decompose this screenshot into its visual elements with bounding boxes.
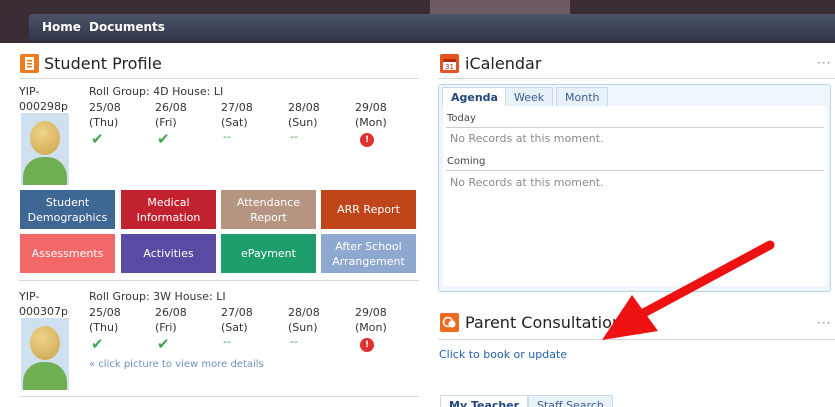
no-school-dash: --: [223, 335, 231, 348]
tab-staff-search[interactable]: Staff Search: [528, 395, 613, 407]
today-no-records: No Records at this moment.: [450, 132, 604, 145]
nav-home[interactable]: Home: [42, 20, 81, 34]
more-options-icon[interactable]: ···: [817, 316, 831, 330]
present-check-icon: ✔: [157, 335, 170, 353]
attendance-weekday: (Mon): [355, 321, 387, 334]
divider: [446, 170, 824, 171]
attendance-date: 29/08: [355, 306, 387, 319]
module-tile[interactable]: Medical Information: [121, 190, 216, 229]
tab-agenda[interactable]: Agenda: [442, 87, 507, 106]
tile-label: Arrangement: [332, 254, 405, 268]
tab-week[interactable]: Week: [505, 87, 554, 106]
module-tile[interactable]: ARR Report: [321, 190, 416, 229]
divider: [19, 78, 419, 79]
student-profile-icon: [20, 54, 39, 73]
student-id-line1: YIP-: [19, 290, 40, 303]
more-options-icon[interactable]: ···: [817, 56, 831, 70]
divider: [446, 127, 824, 128]
module-tile[interactable]: Assessments: [20, 234, 115, 273]
view-details-hint[interactable]: « click picture to view more details: [89, 357, 264, 372]
double-chevron-left-icon: «: [89, 359, 96, 370]
tile-label: Report: [250, 210, 287, 224]
attendance-weekday: (Fri): [155, 116, 177, 129]
module-tile[interactable]: After School Arrangement: [321, 234, 416, 273]
banner-image: [430, 0, 570, 14]
module-tile[interactable]: Student Demographics: [20, 190, 115, 229]
attendance-weekday: (Sat): [221, 321, 248, 334]
attendance-weekday: (Thu): [89, 116, 119, 129]
tile-label: Assessments: [31, 247, 104, 260]
student-group-info: Roll Group: 4D House: LI: [89, 85, 224, 98]
book-consultation-link[interactable]: Click to book or update: [439, 348, 567, 361]
attendance-date: 27/08: [221, 306, 253, 319]
module-tile[interactable]: Attendance Report: [221, 190, 316, 229]
attendance-weekday: (Thu): [89, 321, 119, 334]
nav-documents[interactable]: Documents: [89, 20, 165, 34]
no-school-dash: --: [290, 335, 298, 348]
present-check-icon: ✔: [91, 335, 104, 353]
main-nav: Home Documents: [29, 14, 835, 41]
attendance-weekday: (Mon): [355, 116, 387, 129]
tile-label: Demographics: [27, 210, 108, 224]
today-label: Today: [447, 113, 476, 124]
coming-no-records: No Records at this moment.: [450, 176, 604, 189]
present-check-icon: ✔: [157, 130, 170, 148]
tile-label: Medical: [147, 195, 190, 209]
student-profile-title: Student Profile: [44, 54, 162, 73]
consultation-icon: [440, 313, 459, 332]
tab-my-teacher[interactable]: My Teacher: [440, 395, 529, 407]
attendance-date: 29/08: [355, 101, 387, 114]
divider: [438, 78, 835, 79]
attendance-weekday: (Sun): [288, 321, 318, 334]
divider: [19, 280, 419, 281]
student-id-line1: YIP-: [19, 85, 40, 98]
attendance-date: 27/08: [221, 101, 253, 114]
tile-label: Student: [45, 195, 90, 209]
student-group-info: Roll Group: 3W House: LI: [89, 290, 226, 303]
present-check-icon: ✔: [91, 130, 104, 148]
attendance-date: 26/08: [155, 101, 187, 114]
tile-label: ARR Report: [337, 203, 400, 216]
attendance-weekday: (Sun): [288, 116, 318, 129]
attendance-date: 28/08: [288, 101, 320, 114]
no-school-dash: --: [290, 130, 298, 143]
attendance-date: 25/08: [89, 101, 121, 114]
icalendar-title: iCalendar: [465, 54, 542, 73]
tile-label: After School: [335, 239, 402, 253]
coming-label: Coming: [447, 156, 486, 167]
module-tile[interactable]: ePayment: [221, 234, 316, 273]
student-avatar[interactable]: [21, 318, 69, 390]
absent-alert-icon: !: [360, 338, 374, 352]
tile-label: Attendance: [236, 195, 301, 209]
tile-label: ePayment: [241, 247, 296, 260]
student-id-line2: 000307p: [19, 305, 68, 318]
absent-alert-icon: !: [360, 133, 374, 147]
calendar-icon: 31: [440, 54, 459, 73]
annotation-arrow: [602, 240, 775, 340]
attendance-weekday: (Sat): [221, 116, 248, 129]
student-avatar[interactable]: [21, 113, 69, 185]
attendance-date: 26/08: [155, 306, 187, 319]
module-tile[interactable]: Activities: [121, 234, 216, 273]
tile-label: Activities: [143, 247, 194, 260]
attendance-weekday: (Fri): [155, 321, 177, 334]
no-school-dash: --: [223, 130, 231, 143]
attendance-date: 25/08: [89, 306, 121, 319]
view-details-text: click picture to view more details: [98, 359, 264, 370]
tab-month[interactable]: Month: [556, 87, 609, 106]
tile-label: Information: [136, 210, 201, 224]
divider: [19, 396, 419, 397]
attendance-date: 28/08: [288, 306, 320, 319]
svg-text:31: 31: [445, 63, 454, 71]
student-id-line2: 000298p: [19, 100, 68, 113]
